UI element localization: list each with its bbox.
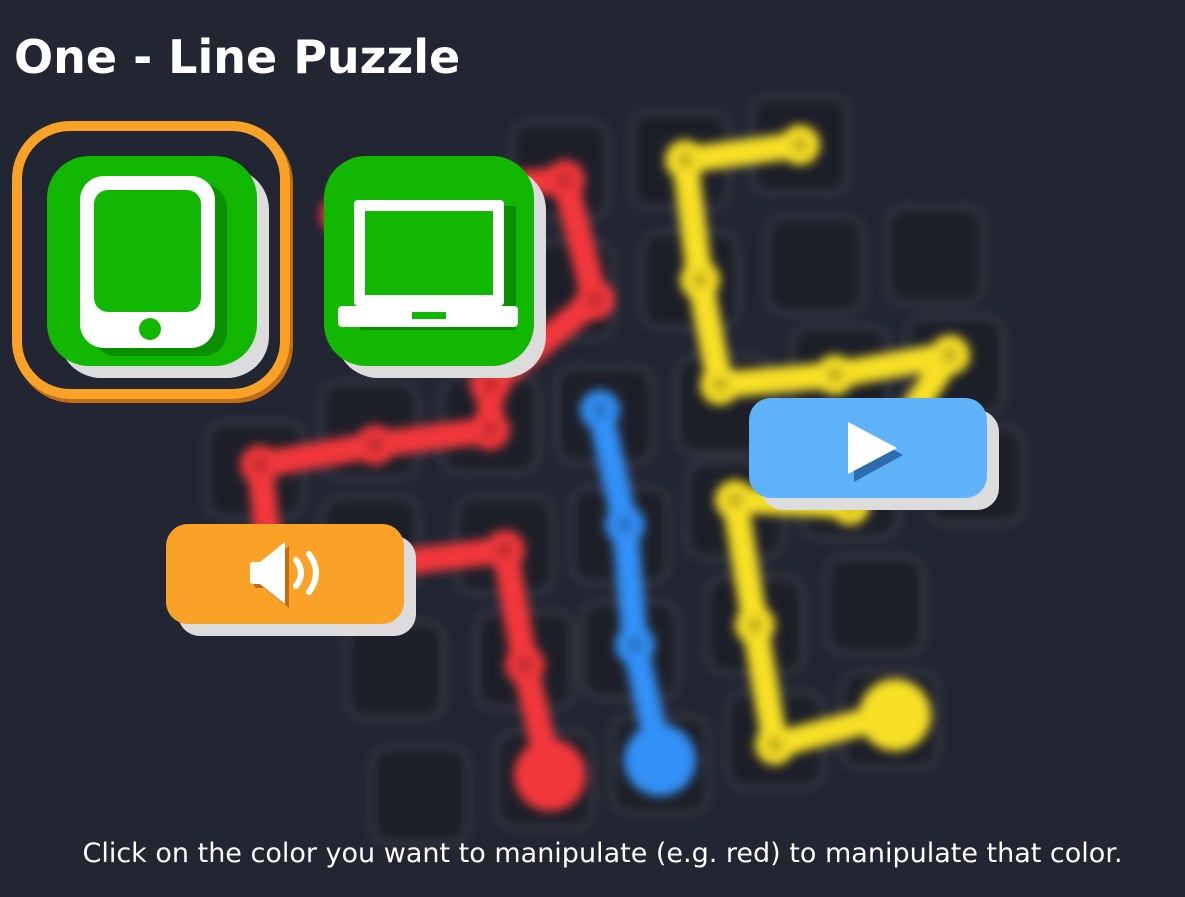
red-path-node-center: [367, 437, 383, 453]
board-cell: [824, 554, 926, 656]
red-path-node-center: [482, 377, 498, 393]
page-title: One - Line Puzzle: [14, 30, 461, 84]
speaker-icon: [250, 542, 319, 608]
blue-path-endpoint: [624, 724, 696, 796]
yellow-path-node-center: [942, 347, 958, 363]
yellow-path-node-center: [677, 152, 693, 168]
yellow-path-node-center: [792, 137, 808, 153]
yellow-path-node-center: [827, 367, 843, 383]
yellow-path-node-center: [842, 497, 858, 513]
tablet-mode-button[interactable]: [47, 156, 257, 366]
red-path-node-center: [587, 292, 603, 308]
yellow-path-node-center: [767, 737, 783, 753]
board-cell: [884, 204, 986, 306]
instruction-text: Click on the color you want to manipulat…: [82, 838, 1123, 869]
blue-path-node-center: [617, 517, 633, 533]
red-path-node-center: [497, 542, 513, 558]
laptop-icon: [338, 200, 518, 330]
yellow-path-node-center: [712, 377, 728, 393]
board-cell: [369, 744, 471, 846]
red-path-node-center: [252, 457, 268, 473]
board-cell: [764, 214, 866, 316]
yellow-path-node-center: [727, 492, 743, 508]
laptop-mode-button[interactable]: [324, 156, 534, 366]
sound-button[interactable]: [166, 524, 404, 624]
yellow-path-endpoint: [859, 679, 931, 751]
red-path-node-center: [482, 422, 498, 438]
blue-path-node-center: [592, 402, 608, 418]
tablet-icon: [80, 176, 227, 356]
blue-path-node-center: [627, 637, 643, 653]
yellow-path-node-center: [692, 272, 708, 288]
play-button[interactable]: [749, 398, 987, 498]
red-path-node-center: [517, 657, 533, 673]
red-path-endpoint: [514, 739, 586, 811]
play-icon: [848, 422, 903, 482]
yellow-path-node-center: [747, 617, 763, 633]
board-cell: [344, 619, 446, 721]
red-path-node-center: [557, 172, 573, 188]
